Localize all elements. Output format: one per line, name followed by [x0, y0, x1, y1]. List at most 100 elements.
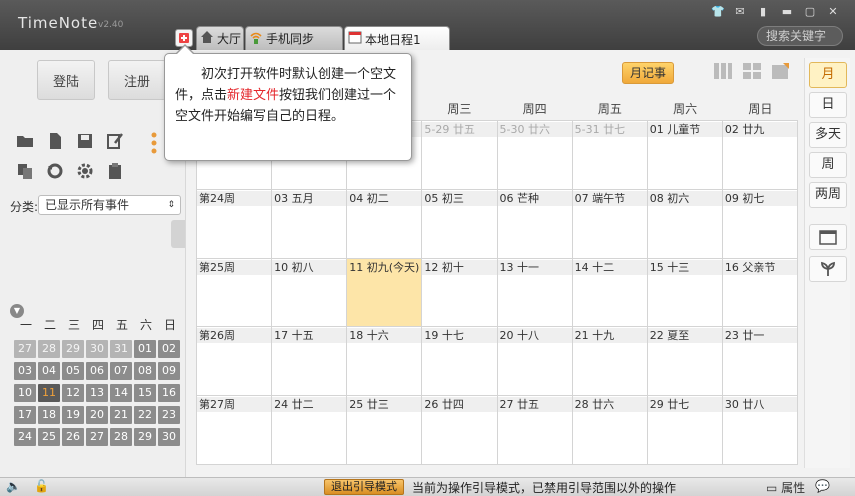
mini-day-cell[interactable]: 08 [134, 362, 156, 380]
day-cell[interactable]: 18 十六 [347, 327, 422, 396]
calendar-icon[interactable] [809, 224, 847, 250]
day-cell[interactable]: 13 十一 [497, 258, 572, 327]
mini-day-cell[interactable]: 11 [38, 384, 60, 402]
lock-icon[interactable]: ▮ [756, 6, 770, 18]
maximize-icon[interactable]: ▢ [803, 6, 817, 18]
clipboard-icon[interactable] [106, 162, 124, 180]
mini-day-cell[interactable]: 13 [86, 384, 108, 402]
day-cell[interactable]: 17 十五 [272, 327, 347, 396]
mini-day-cell[interactable]: 05 [62, 362, 84, 380]
mini-day-cell[interactable]: 28 [38, 340, 60, 358]
mini-day-cell[interactable]: 14 [110, 384, 132, 402]
mini-day-cell[interactable]: 23 [158, 406, 180, 424]
sprout-icon[interactable] [809, 256, 847, 282]
properties-button[interactable]: ▭ 属性 [766, 479, 805, 496]
view-button-2[interactable]: 多天 [809, 122, 847, 148]
day-cell[interactable]: 5-31 廿七 [572, 121, 647, 189]
collapse-panel-handle[interactable] [171, 220, 185, 248]
day-cell[interactable]: 25 廿三 [347, 396, 422, 464]
mini-day-cell[interactable]: 26 [62, 428, 84, 446]
mini-day-cell[interactable]: 29 [62, 340, 84, 358]
week-number-cell[interactable]: 第25周 [197, 258, 272, 327]
mini-day-cell[interactable]: 22 [134, 406, 156, 424]
day-cell[interactable]: 04 初二 [347, 189, 422, 258]
day-cell[interactable]: 19 十七 [422, 327, 497, 396]
tab-hall[interactable]: 大厅 [196, 26, 244, 50]
day-cell[interactable]: 07 端午节 [572, 189, 647, 258]
chat-icon[interactable]: 💬 [815, 479, 830, 493]
day-cell[interactable]: 09 初七 [722, 189, 797, 258]
exit-guide-button[interactable]: 退出引导模式 [324, 479, 404, 495]
tab-local-schedule[interactable]: 本地日程1 [344, 26, 450, 51]
mini-day-cell[interactable]: 20 [86, 406, 108, 424]
page-view-icon[interactable] [770, 62, 790, 80]
day-cell[interactable]: 15 十三 [647, 258, 722, 327]
copy-icon[interactable] [16, 162, 34, 180]
day-cell[interactable]: 01 儿童节 [647, 121, 722, 189]
mini-day-cell[interactable]: 03 [14, 362, 36, 380]
speaker-icon[interactable]: 🔈 [6, 479, 21, 493]
mini-day-cell[interactable]: 30 [86, 340, 108, 358]
mini-day-cell[interactable]: 18 [38, 406, 60, 424]
day-cell[interactable]: 08 初六 [647, 189, 722, 258]
day-cell[interactable]: 5-30 廿六 [497, 121, 572, 189]
mini-day-cell[interactable]: 19 [62, 406, 84, 424]
tab-mobile-sync[interactable]: 手机同步 [245, 26, 343, 50]
close-icon[interactable]: ✕ [826, 6, 840, 18]
day-cell[interactable]: 05 初三 [422, 189, 497, 258]
mini-day-cell[interactable]: 17 [14, 406, 36, 424]
mini-day-cell[interactable]: 21 [110, 406, 132, 424]
week-number-cell[interactable]: 第24周 [197, 189, 272, 258]
day-cell[interactable]: 10 初八 [272, 258, 347, 327]
day-cell[interactable]: 14 十二 [572, 258, 647, 327]
day-cell[interactable]: 16 父亲节 [722, 258, 797, 327]
day-cell[interactable]: 02 廿九 [722, 121, 797, 189]
refresh-icon[interactable] [46, 162, 64, 180]
mini-day-cell[interactable]: 01 [134, 340, 156, 358]
more-dots-icon[interactable] [150, 132, 158, 154]
mini-day-cell[interactable]: 07 [110, 362, 132, 380]
minimize-icon[interactable]: ▬ [780, 6, 794, 18]
register-button[interactable]: 注册 [108, 60, 166, 100]
day-cell[interactable]: 28 廿六 [572, 396, 647, 464]
mini-day-cell[interactable]: 29 [134, 428, 156, 446]
new-file-icon[interactable] [46, 132, 64, 150]
view-button-4[interactable]: 两周 [809, 182, 847, 208]
edit-icon[interactable] [106, 132, 124, 150]
skin-icon[interactable]: 👕 [711, 6, 725, 18]
day-cell[interactable]: 22 夏至 [647, 327, 722, 396]
mini-day-cell[interactable]: 24 [14, 428, 36, 446]
day-cell[interactable]: 5-29 廿五 [422, 121, 497, 189]
day-cell[interactable]: 03 五月 [272, 189, 347, 258]
view-button-1[interactable]: 日 [809, 92, 847, 118]
mini-day-cell[interactable]: 28 [110, 428, 132, 446]
day-cell[interactable]: 21 十九 [572, 327, 647, 396]
save-icon[interactable] [76, 132, 94, 150]
day-cell[interactable]: 11 初九(今天) [347, 258, 422, 327]
mini-day-cell[interactable]: 06 [86, 362, 108, 380]
mini-day-cell[interactable]: 15 [134, 384, 156, 402]
open-folder-icon[interactable] [16, 132, 34, 150]
day-cell[interactable]: 30 廿八 [722, 396, 797, 464]
day-cell[interactable]: 27 廿五 [497, 396, 572, 464]
week-number-cell[interactable]: 第26周 [197, 327, 272, 396]
search-input[interactable]: 搜索关键字 [757, 26, 843, 46]
view-button-0[interactable]: 月 [809, 62, 847, 88]
view-button-3[interactable]: 周 [809, 152, 847, 178]
day-cell[interactable]: 06 芒种 [497, 189, 572, 258]
mini-day-cell[interactable]: 31 [110, 340, 132, 358]
mini-day-cell[interactable]: 09 [158, 362, 180, 380]
mini-day-cell[interactable]: 10 [14, 384, 36, 402]
login-button[interactable]: 登陆 [37, 60, 95, 100]
day-cell[interactable]: 26 廿四 [422, 396, 497, 464]
month-note-button[interactable]: 月记事 [622, 62, 674, 84]
unlock-icon[interactable]: 🔓 [34, 479, 49, 493]
mini-day-cell[interactable]: 04 [38, 362, 60, 380]
mini-day-cell[interactable]: 02 [158, 340, 180, 358]
mini-day-cell[interactable]: 25 [38, 428, 60, 446]
column-view-icon[interactable] [713, 62, 733, 80]
grid-view-icon[interactable] [742, 62, 762, 80]
day-cell[interactable]: 20 十八 [497, 327, 572, 396]
mail-icon[interactable]: ✉ [733, 6, 747, 18]
day-cell[interactable]: 24 廿二 [272, 396, 347, 464]
